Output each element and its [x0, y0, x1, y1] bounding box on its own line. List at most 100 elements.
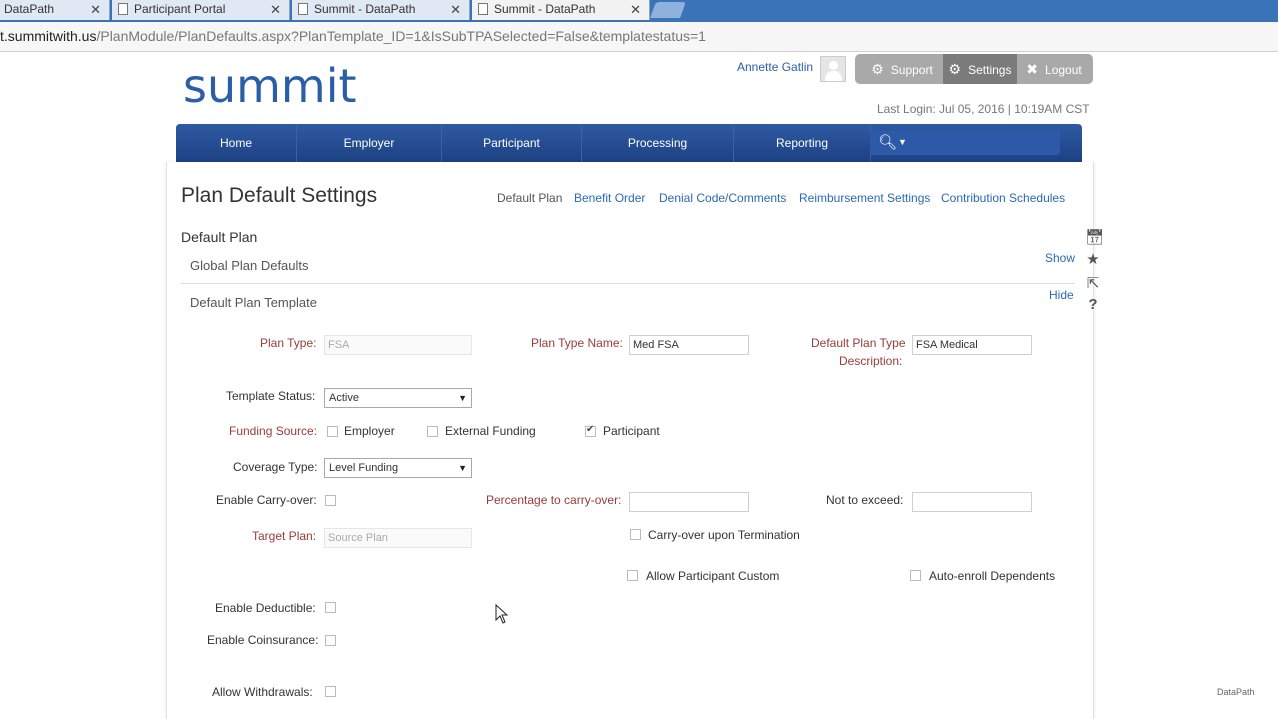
browser-tab-active[interactable]: Summit - DataPath ✕ [472, 0, 650, 20]
datapath-watermark: DataPath [1217, 687, 1255, 697]
coverage-type-select[interactable]: Level Funding ▼ [324, 458, 472, 478]
subnav-contribution[interactable]: Contribution Schedules [941, 191, 1065, 205]
summit-logo[interactable]: summit [183, 56, 357, 116]
search-icon: 🔍︎ [878, 134, 898, 151]
default-desc-input[interactable]: FSA Medical [912, 335, 1032, 355]
not-exceed-input[interactable] [912, 492, 1032, 512]
chevron-down-icon: ▼ [458, 393, 467, 403]
tab-title: Summit - DataPath [494, 2, 596, 16]
template-status-value: Active [329, 392, 359, 404]
allow-participant-custom-label: Allow Participant Custom [646, 569, 780, 583]
divider [181, 283, 1074, 284]
subnav-default-plan[interactable]: Default Plan [497, 191, 562, 205]
browser-tab[interactable]: Participant Portal ✕ [112, 0, 290, 20]
plan-type-name-input[interactable]: Med FSA [629, 335, 749, 355]
page-icon [298, 3, 308, 15]
funding-participant-checkbox[interactable] [585, 424, 596, 437]
pct-carryover-label: Percentage to carry-over: [486, 493, 622, 507]
nav-participant[interactable]: Participant [442, 124, 582, 162]
user-name[interactable]: Annette Gatlin [737, 60, 813, 74]
carryover-termination-checkbox[interactable] [630, 529, 641, 540]
default-desc-label-2: Description: [839, 354, 903, 368]
tab-title: Participant Portal [134, 2, 226, 16]
coinsurance-checkbox[interactable] [325, 635, 336, 646]
settings-button[interactable]: ⚙ Settings [943, 54, 1017, 84]
plan-type-label: Plan Type: [260, 336, 317, 350]
withdrawals-checkbox[interactable] [325, 686, 336, 697]
carryover-termination-label: Carry-over upon Termination [648, 528, 800, 542]
settings-label: Settings [968, 63, 1012, 77]
carryover-checkbox[interactable] [325, 495, 336, 506]
address-bar[interactable]: t.summitwith.us/PlanModule/PlanDefaults.… [0, 22, 1278, 52]
global-plan-defaults[interactable]: Global Plan Defaults [190, 258, 309, 273]
plan-type-select[interactable]: FSA [324, 335, 472, 355]
utility-bar: ⚙ Support ⚙ Settings ✖ Logout [855, 54, 1093, 84]
last-login: Last Login: Jul 05, 2016 | 10:19AM CST [877, 102, 1090, 116]
close-icon[interactable]: ✕ [270, 0, 281, 19]
close-icon: ✖ [1026, 61, 1039, 77]
nav-employer[interactable]: Employer [297, 124, 442, 162]
url-path: /PlanModule/PlanDefaults.aspx?PlanTempla… [96, 28, 706, 44]
new-tab-button[interactable] [650, 2, 686, 18]
close-icon[interactable]: ✕ [450, 0, 461, 19]
coverage-type-label: Coverage Type: [233, 460, 318, 474]
funding-employer-checkbox[interactable] [327, 426, 338, 437]
auto-enroll-checkbox[interactable] [910, 570, 921, 581]
page-title: Plan Default Settings [181, 184, 378, 207]
export-icon[interactable]: ⇱ [1085, 274, 1101, 292]
funding-participant-label: Participant [603, 424, 660, 438]
default-desc-label: Default Plan Type [811, 336, 906, 350]
deductible-label: Enable Deductible: [215, 601, 316, 615]
template-status-select[interactable]: Active ▼ [324, 388, 472, 408]
template-status-label: Template Status: [226, 389, 316, 403]
auto-enroll-label: Auto-enroll Dependents [929, 569, 1056, 583]
tab-title: DataPath [4, 2, 55, 16]
nav-processing[interactable]: Processing [582, 124, 734, 162]
subnav-benefit-order[interactable]: Benefit Order [574, 191, 645, 205]
hide-link[interactable]: Hide [1049, 288, 1074, 302]
support-label: Support [890, 63, 933, 77]
tab-title: Summit - DataPath [314, 2, 416, 16]
section-title: Default Plan [181, 229, 258, 245]
nav-search[interactable]: 🔍︎ ▼ [870, 131, 1060, 155]
star-icon[interactable]: ★ [1085, 250, 1101, 268]
nav-home[interactable]: Home [176, 124, 297, 162]
close-icon[interactable]: ✕ [630, 0, 641, 19]
target-plan-select[interactable]: Source Plan [324, 528, 472, 548]
page-icon [118, 3, 128, 15]
browser-tab[interactable]: Summit - DataPath ✕ [292, 0, 470, 20]
deductible-checkbox[interactable] [325, 602, 336, 613]
support-button[interactable]: ⚙ Support [863, 54, 941, 84]
logout-button[interactable]: ✖ Logout [1021, 54, 1087, 84]
help-icon[interactable]: ? [1085, 296, 1101, 313]
chevron-down-icon: ▼ [458, 463, 467, 473]
page-icon [478, 3, 488, 15]
target-plan-label: Target Plan: [252, 529, 317, 543]
calendar-icon[interactable]: 📅︎ [1085, 228, 1104, 246]
nav-reporting[interactable]: Reporting [734, 124, 871, 162]
subnav-reimbursement[interactable]: Reimbursement Settings [799, 191, 930, 205]
browser-tab[interactable]: DataPath ✕ [0, 0, 110, 20]
carryover-label: Enable Carry-over: [216, 493, 317, 507]
subnav-denial-code[interactable]: Denial Code/Comments [659, 191, 786, 205]
show-link[interactable]: Show [1045, 251, 1075, 265]
close-icon[interactable]: ✕ [90, 0, 101, 19]
pct-carryover-input[interactable] [629, 492, 749, 512]
mouse-cursor-icon [495, 604, 509, 624]
chevron-down-icon[interactable]: ▼ [898, 137, 907, 147]
gear-outline-icon: ⚙ [871, 61, 884, 77]
allow-participant-custom-checkbox[interactable] [627, 570, 638, 581]
avatar[interactable] [820, 56, 846, 82]
url-host: t.summitwith.us [0, 28, 97, 44]
funding-external-checkbox[interactable] [427, 426, 438, 437]
coinsurance-label: Enable Coinsurance: [207, 633, 319, 647]
funding-external-label: External Funding [445, 424, 536, 438]
default-plan-template-title: Default Plan Template [190, 295, 317, 310]
funding-source-label: Funding Source: [229, 424, 318, 438]
funding-employer-label: Employer [344, 424, 395, 438]
gear-icon: ⚙ [948, 61, 962, 77]
logout-label: Logout [1045, 63, 1082, 77]
plan-type-name-label: Plan Type Name: [531, 336, 623, 350]
withdrawals-label: Allow Withdrawals: [212, 685, 313, 699]
coverage-type-value: Level Funding [329, 462, 399, 474]
